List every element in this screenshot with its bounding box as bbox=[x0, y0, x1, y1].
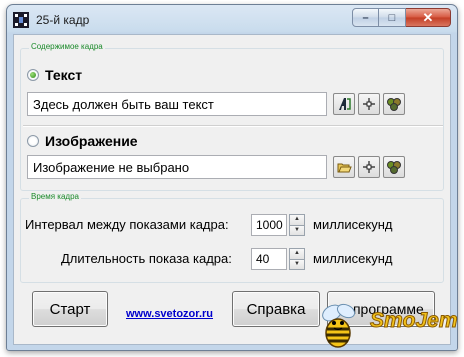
interval-input[interactable]: 1000 bbox=[251, 214, 287, 236]
duration-up-button[interactable]: ▲ bbox=[289, 248, 305, 260]
interval-spinner[interactable]: ▲ ▼ bbox=[289, 214, 305, 236]
font-button[interactable] bbox=[333, 93, 355, 115]
help-button[interactable]: Справка bbox=[232, 291, 320, 327]
maximize-button[interactable]: □ bbox=[379, 8, 406, 27]
text-color-button[interactable] bbox=[383, 93, 405, 115]
duration-down-button[interactable]: ▼ bbox=[289, 259, 305, 270]
font-icon bbox=[339, 98, 351, 110]
text-input[interactable]: Здесь должен быть ваш текст bbox=[27, 92, 327, 116]
watermark: SmoJem bbox=[312, 295, 462, 355]
interval-down-button[interactable]: ▼ bbox=[289, 225, 305, 236]
image-option[interactable]: Изображение bbox=[27, 133, 138, 149]
color-icon bbox=[387, 161, 401, 174]
image-path-input[interactable]: Изображение не выбрано bbox=[27, 155, 327, 179]
image-radio[interactable] bbox=[27, 135, 39, 147]
duration-input[interactable]: 40 bbox=[251, 248, 287, 270]
caption-buttons: – □ ✕ bbox=[352, 8, 451, 27]
bee-icon bbox=[322, 303, 356, 348]
film-app-icon bbox=[13, 12, 29, 28]
website-link[interactable]: www.svetozor.ru bbox=[126, 308, 213, 320]
time-frame-group: Время кадра Интервал между показами кадр… bbox=[20, 192, 444, 283]
open-image-button[interactable] bbox=[333, 156, 355, 178]
image-option-label: Изображение bbox=[45, 133, 138, 149]
content-frame-group: Содержимое кадра Текст Здесь должен быть… bbox=[20, 42, 444, 191]
content-frame-title: Содержимое кадра bbox=[29, 42, 105, 51]
position-icon bbox=[363, 98, 375, 110]
position-icon bbox=[363, 161, 375, 173]
duration-spinner[interactable]: ▲ ▼ bbox=[289, 248, 305, 270]
close-button[interactable]: ✕ bbox=[406, 8, 451, 27]
title-bar[interactable]: 25-й кадр – □ ✕ bbox=[7, 5, 457, 35]
duration-unit: миллисекунд bbox=[313, 251, 393, 266]
text-radio[interactable] bbox=[27, 69, 39, 81]
duration-label: Длительность показа кадра: bbox=[61, 251, 232, 266]
interval-label: Интервал между показами кадра: bbox=[25, 217, 229, 232]
text-position-button[interactable] bbox=[358, 93, 380, 115]
image-color-button[interactable] bbox=[383, 156, 405, 178]
color-icon bbox=[387, 98, 401, 111]
text-option-label: Текст bbox=[45, 67, 83, 83]
start-button[interactable]: Старт bbox=[32, 291, 108, 327]
option-separator bbox=[23, 125, 443, 127]
time-frame-title: Время кадра bbox=[29, 192, 81, 201]
open-folder-icon bbox=[337, 163, 352, 172]
interval-unit: миллисекунд bbox=[313, 217, 393, 232]
minimize-button[interactable]: – bbox=[352, 8, 379, 27]
text-option[interactable]: Текст bbox=[27, 67, 82, 83]
image-position-button[interactable] bbox=[358, 156, 380, 178]
interval-up-button[interactable]: ▲ bbox=[289, 214, 305, 226]
watermark-text: SmoJem bbox=[370, 309, 459, 333]
window-title: 25-й кадр bbox=[36, 13, 90, 27]
